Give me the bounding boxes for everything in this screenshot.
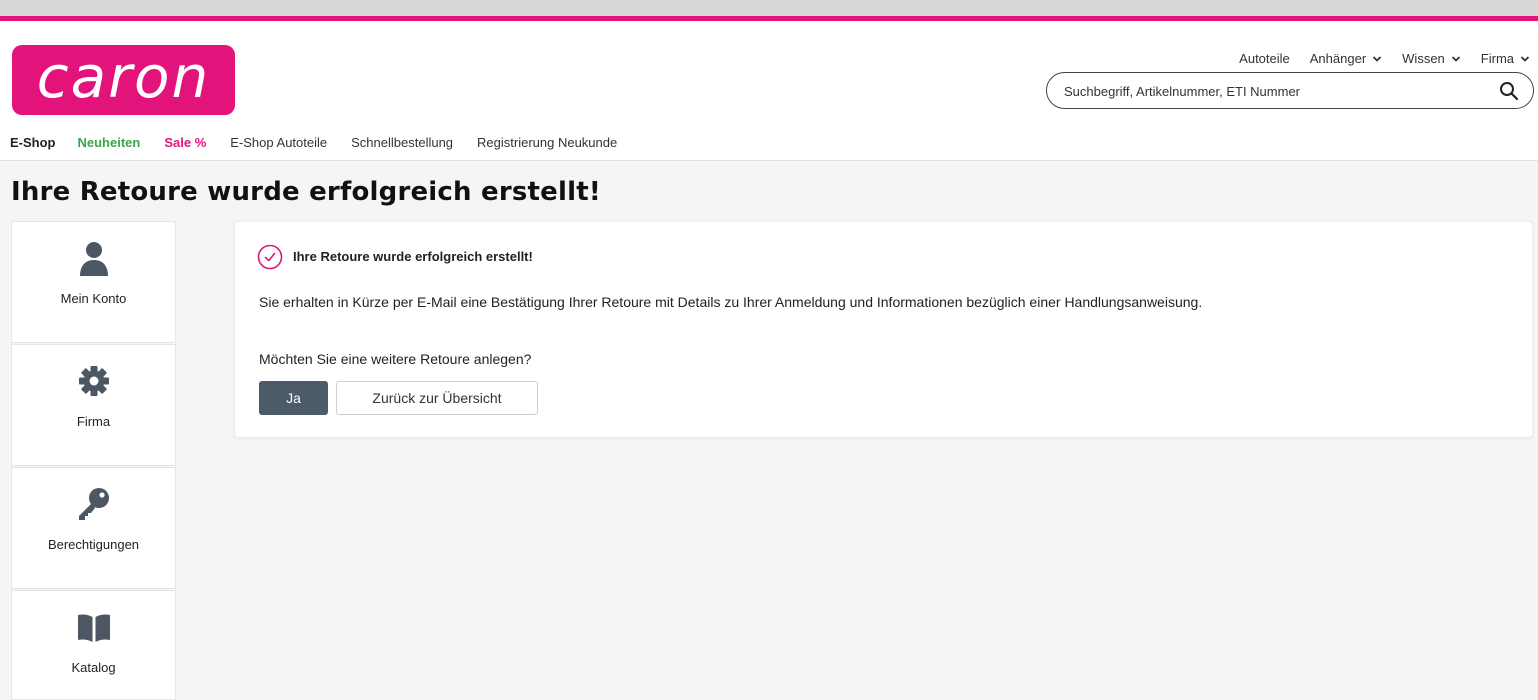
util-nav-wissen[interactable]: Wissen xyxy=(1402,51,1461,66)
main-nav: E-Shop Neuheiten Sale % E-Shop Autoteile… xyxy=(10,135,617,150)
util-nav-label: Autoteile xyxy=(1239,51,1290,66)
back-to-overview-button[interactable]: Zurück zur Übersicht xyxy=(336,381,538,415)
util-nav-label: Firma xyxy=(1480,51,1514,66)
yes-button[interactable]: Ja xyxy=(259,381,328,415)
check-circle-icon xyxy=(257,244,283,270)
top-bar xyxy=(0,0,1538,16)
nav-neuheiten[interactable]: Neuheiten xyxy=(78,135,141,150)
chevron-down-icon xyxy=(1520,55,1530,62)
search-input[interactable] xyxy=(1064,81,1484,101)
chevron-down-icon xyxy=(1451,55,1460,62)
book-icon xyxy=(78,614,110,642)
confirmation-message: Sie erhalten in Kürze per E-Mail eine Be… xyxy=(259,294,1203,310)
chevron-down-icon xyxy=(1373,55,1382,62)
search-box xyxy=(1046,72,1534,109)
page-title: Ihre Retoure wurde erfolgreich erstellt! xyxy=(11,177,601,207)
success-title: Ihre Retoure wurde erfolgreich erstellt! xyxy=(293,249,533,264)
new-return-question: Möchten Sie eine weitere Retoure anlegen… xyxy=(259,351,532,367)
util-nav-label: Anhänger xyxy=(1309,51,1367,66)
nav-schnellbestellung[interactable]: Schnellbestellung xyxy=(351,135,453,150)
sidebar-item-katalog[interactable]: Katalog xyxy=(11,590,176,700)
util-nav-firma[interactable]: Firma xyxy=(1481,51,1530,66)
site-header: caron Autoteile Anhänger Wissen Firma E-… xyxy=(0,21,1538,161)
key-icon xyxy=(79,488,109,520)
caron-logo[interactable]: caron xyxy=(12,45,235,115)
sidebar-item-label: Mein Konto xyxy=(60,291,127,306)
nav-registrierung[interactable]: Registrierung Neukunde xyxy=(477,135,617,150)
user-icon xyxy=(80,242,108,276)
utility-nav: Autoteile Anhänger Wissen Firma xyxy=(1239,51,1530,66)
nav-eshop[interactable]: E-Shop xyxy=(10,135,56,150)
sidebar-item-label: Berechtigungen xyxy=(47,537,140,552)
util-nav-autoteile[interactable]: Autoteile xyxy=(1239,51,1290,66)
sidebar-item-firma[interactable]: Firma xyxy=(11,344,176,466)
sidebar-item-berechtigungen[interactable]: Berechtigungen xyxy=(11,467,176,589)
confirmation-panel: Ihre Retoure wurde erfolgreich erstellt!… xyxy=(234,221,1533,438)
util-nav-label: Wissen xyxy=(1402,51,1445,66)
nav-eshop-autoteile[interactable]: E-Shop Autoteile xyxy=(230,135,327,150)
sidebar-item-label: Firma xyxy=(76,414,111,429)
sidebar-item-label: Katalog xyxy=(71,660,116,675)
search-icon[interactable] xyxy=(1499,81,1519,101)
nav-sale[interactable]: Sale % xyxy=(164,135,206,150)
gear-icon xyxy=(79,366,109,396)
util-nav-anhaenger[interactable]: Anhänger xyxy=(1310,51,1382,66)
sidebar-item-mein-konto[interactable]: Mein Konto xyxy=(11,221,176,343)
